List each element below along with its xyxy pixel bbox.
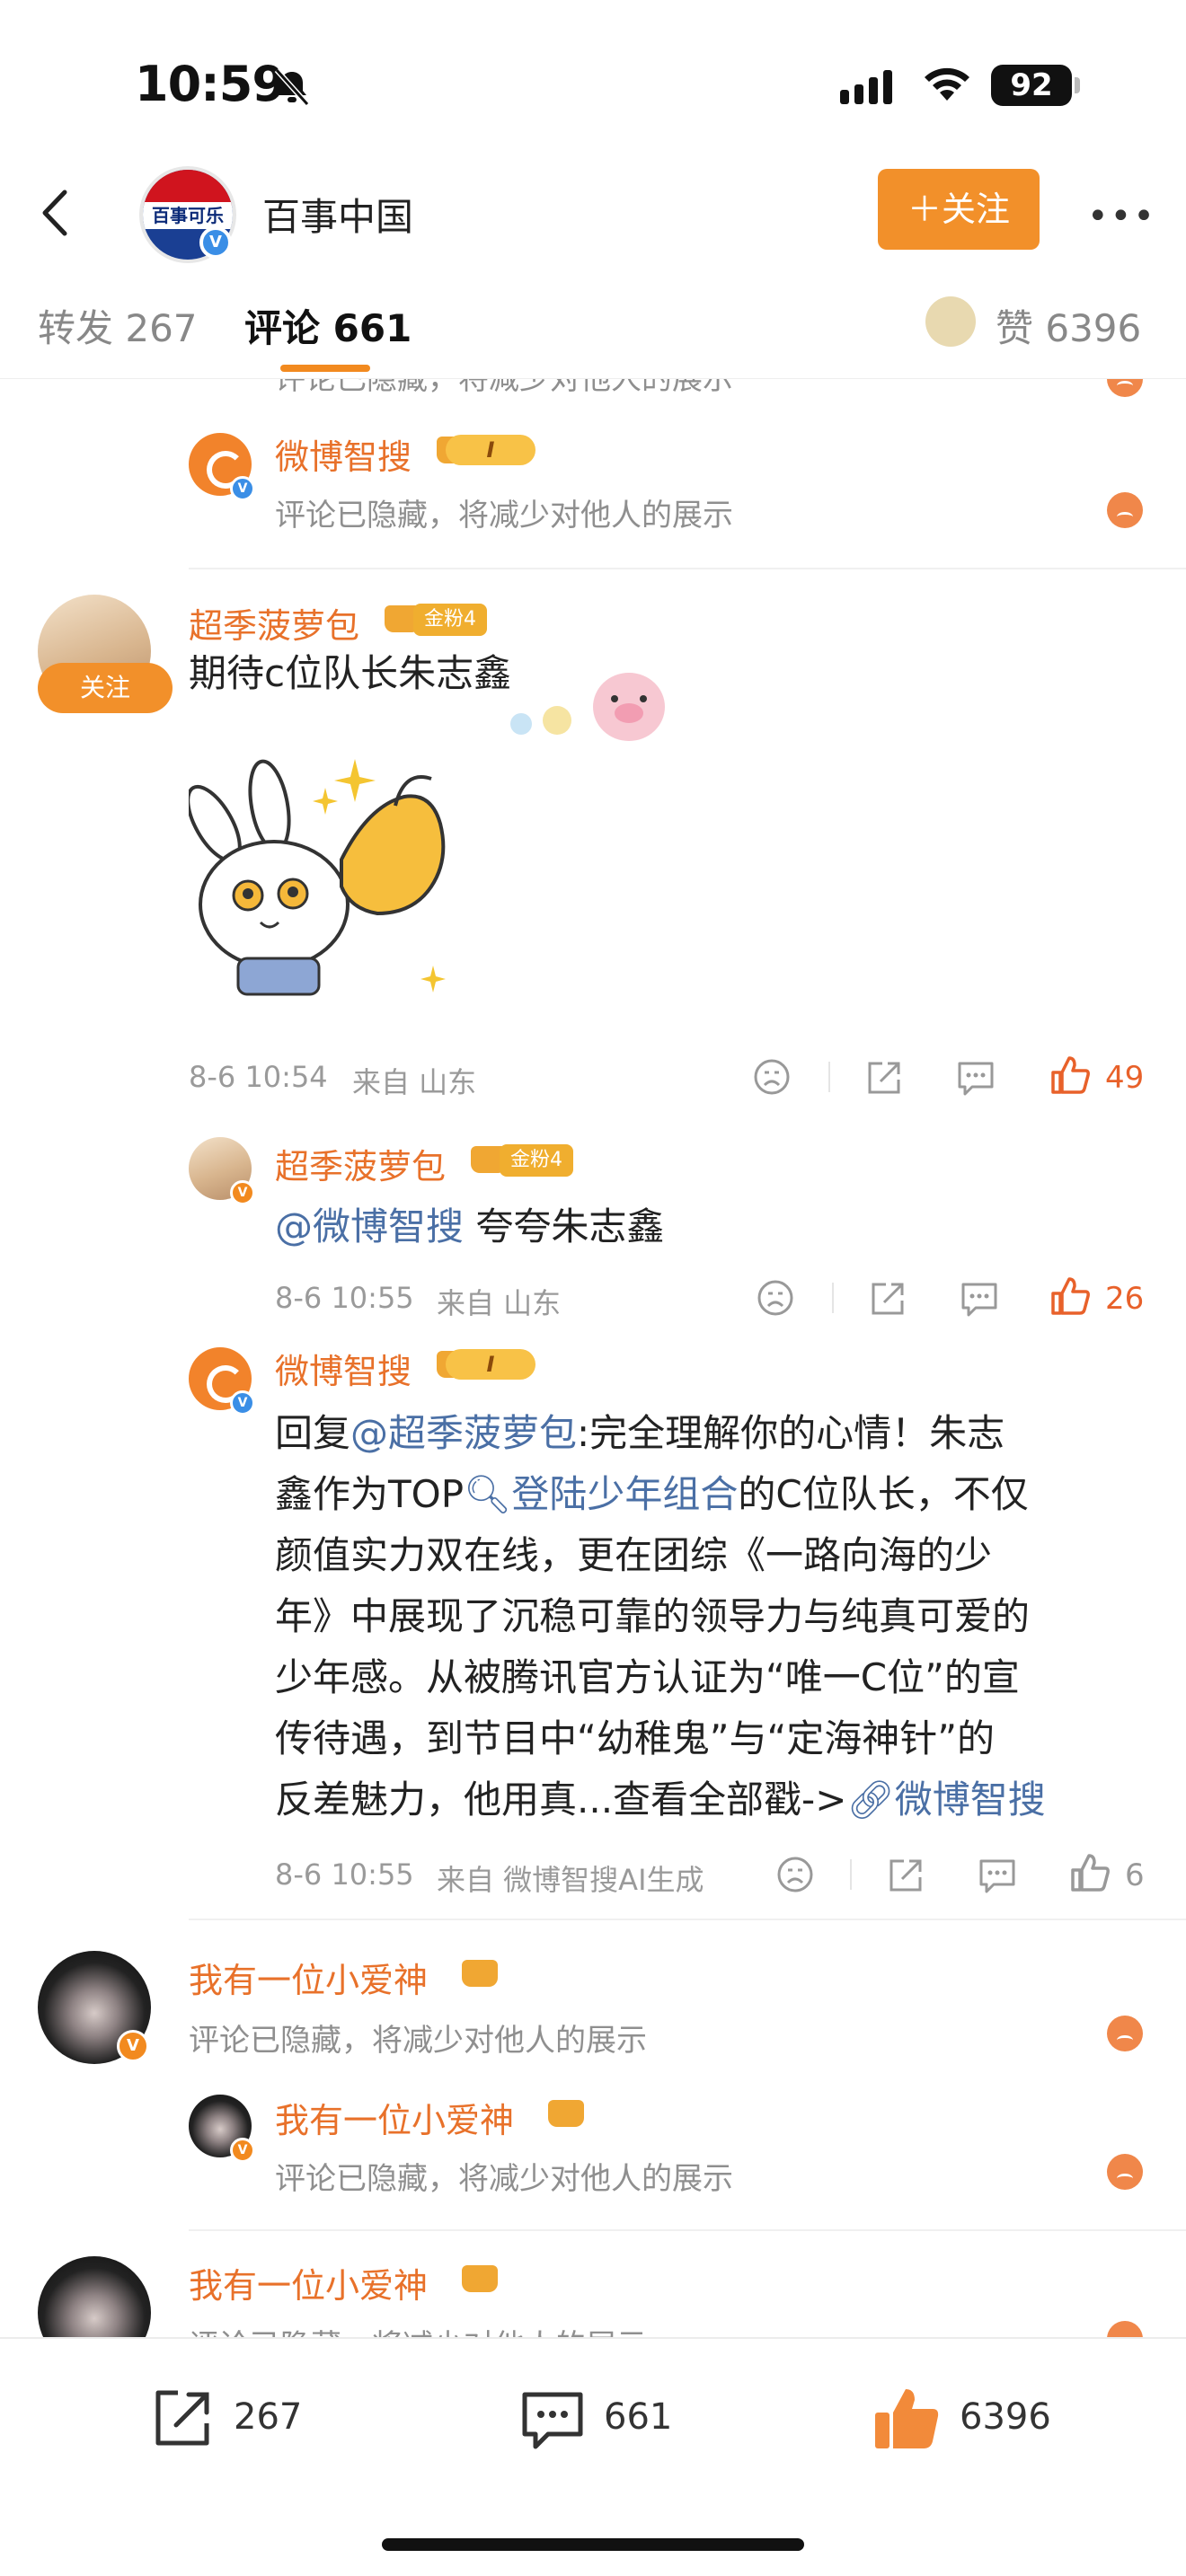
share-icon[interactable] [886,1856,925,1893]
more-options-icon[interactable]: ••• [1087,196,1156,237]
view-all-link[interactable]: 🔗︎微博智搜 [846,1778,1045,1822]
comment-icon[interactable] [960,1279,999,1317]
hidden-comment-text: 评论已隐藏，将减少对他人的展示 [189,2321,647,2337]
comment-tabs: 转发 267 评论 661 赞 6396 [0,269,1186,379]
sticker-image[interactable] [189,752,485,1012]
level-badge: I [446,435,535,465]
comment-location: 来自 山东 [437,1286,562,1320]
comment-username[interactable]: 我有一位小爱神 [275,2093,514,2142]
dislike-icon[interactable] [757,1279,794,1317]
page-title[interactable]: 百事中国 [262,187,413,242]
comment-date: 8-6 10:55 [275,1281,414,1315]
mention-link[interactable]: @微博智搜 [275,1204,464,1248]
follow-button[interactable]: ＋关注 [878,169,1040,250]
separator [850,1859,852,1890]
hidden-comment-text: 评论已隐藏，将减少对他人的展示 [275,2161,733,2197]
active-tab-indicator [280,365,370,372]
like-count: 26 [1105,1281,1145,1317]
tab-comment[interactable]: 评论 661 [244,298,412,353]
comment-username[interactable]: 微博智搜 [275,429,412,479]
verified-badge-icon: V [230,476,255,501]
liker-avatar [925,296,976,347]
repost-icon [155,2390,209,2446]
level-badge: I [446,1349,535,1380]
verified-badge-icon: V [117,2030,149,2062]
thumbs-up-icon[interactable] [1049,1275,1091,1317]
comment-location: 来自 微博智搜AI生成 [437,1863,704,1897]
top-nav: 百事可乐 V 百事中国 ＋关注 ••• [0,162,1186,269]
crown-icon [548,2100,584,2127]
separator [832,1283,834,1313]
share-icon[interactable] [868,1279,907,1317]
crown-icon [462,2265,498,2292]
battery-indicator: 92 [991,65,1072,106]
comment-username[interactable]: 微博智搜 [275,1344,412,1393]
sad-face-icon[interactable] [1107,2321,1143,2337]
share-icon[interactable] [864,1058,904,1096]
like-count: 6396 [960,2396,1051,2438]
thumbs-up-icon[interactable] [1049,1054,1091,1096]
separator [828,1062,830,1092]
bottom-action-bar: 267 661 6396 [0,2337,1186,2576]
status-bar: 10:59 92 [0,0,1186,162]
verified-badge-icon: V [199,226,232,259]
comment-location: 来自 山东 [352,1065,477,1099]
comment-icon[interactable] [978,1856,1017,1893]
comment-date: 8-6 10:54 [189,1060,328,1094]
crown-icon [462,1960,498,1987]
dislike-icon[interactable] [753,1058,791,1096]
comment-icon[interactable] [956,1058,996,1096]
back-arrow-icon[interactable] [27,181,90,244]
comment-bubble-icon [522,2392,583,2449]
comment-text: @微博智搜 夸夸朱志鑫 [275,1204,665,1248]
wifi-icon [925,67,969,101]
hidden-comment-text: 评论已隐藏，将减少对他人的展示 [275,498,733,534]
cellular-signal-icon [840,70,892,104]
sad-face-icon[interactable] [1107,2154,1143,2190]
comment-username[interactable]: 我有一位小爱神 [189,2258,428,2307]
sad-face-icon[interactable] [1107,2016,1143,2051]
comment-button[interactable]: 661 [518,2384,672,2456]
pig-emoji-icon [510,673,665,741]
divider [189,1919,1186,1920]
divider [189,2229,1186,2231]
comment-username[interactable]: 超季菠萝包 [189,598,359,648]
hidden-comment-text: 评论已隐藏，将减少对他人的展示 [275,379,733,397]
hidden-comment-text: 评论已隐藏，将减少对他人的展示 [189,2023,647,2059]
avatar[interactable] [38,2256,151,2337]
tab-like[interactable]: 赞 6396 [996,298,1141,353]
sad-face-icon[interactable] [1107,492,1143,528]
verified-badge-icon: V [230,1180,255,1205]
like-button[interactable]: 6396 [870,2384,1051,2456]
sad-face-icon [1107,379,1143,397]
topic-link[interactable]: 🔍︎登陆少年组合 [464,1472,738,1516]
comment-count: 661 [604,2396,673,2438]
thumbs-up-icon[interactable] [1069,1852,1111,1893]
fan-badge: 金粉4 [500,1144,573,1177]
verified-badge-icon: V [230,2138,255,2163]
like-count: 6 [1125,1857,1145,1893]
bell-off-icon [274,67,310,107]
comment-list: 评论已隐藏，将减少对他人的展示 V 微博智搜 I 评论已隐藏，将减少对他人的展示… [0,379,1186,2337]
mention-link[interactable]: @超季菠萝包 [350,1411,577,1455]
comment-date: 8-6 10:55 [275,1857,414,1892]
dislike-icon[interactable] [776,1856,814,1893]
divider [189,568,1186,569]
like-count: 49 [1105,1060,1145,1096]
repost-count: 267 [234,2396,303,2438]
comment-text: 期待c位队长朱志鑫 [189,651,512,695]
fan-badge: 金粉4 [413,604,487,636]
tab-repost[interactable]: 转发 267 [38,298,198,353]
repost-button[interactable]: 267 [147,2384,302,2456]
verified-badge-icon: V [230,1390,255,1416]
status-time: 10:59 [135,56,286,112]
ai-reply-text: 回复@超季菠萝包:完全理解你的心情！朱志 鑫作为TOP🔍︎登陆少年组合的C位队长… [275,1411,1046,1822]
thumbs-up-filled-icon [875,2389,939,2448]
comment-username[interactable]: 超季菠萝包 [275,1139,446,1188]
battery-tip [1075,77,1080,93]
home-indicator[interactable] [382,2538,804,2551]
follow-tag-button[interactable]: 关注 [38,663,173,713]
comment-username[interactable]: 我有一位小爱神 [189,1953,428,2002]
